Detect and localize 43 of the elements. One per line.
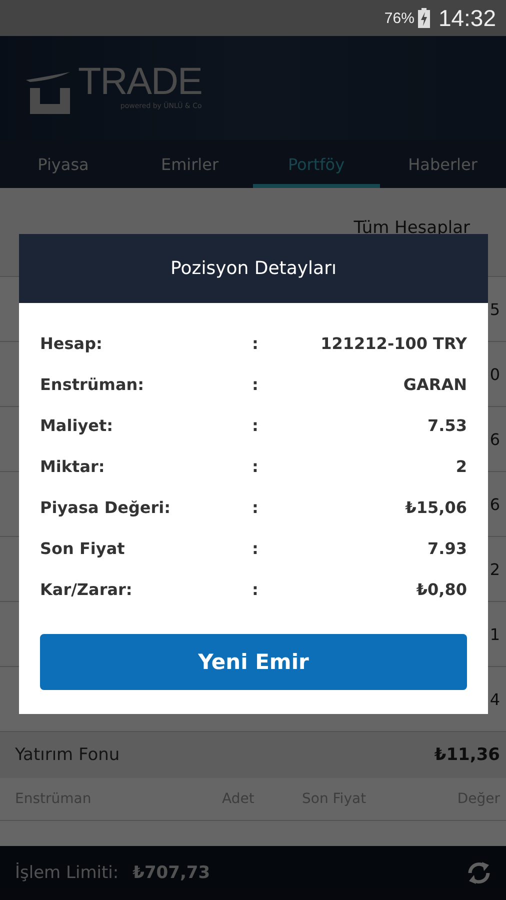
table-cell: 5 — [490, 300, 500, 318]
nav-tab[interactable]: Haberler — [380, 140, 506, 188]
field-value: ₺15,06 — [404, 498, 467, 517]
separator: : — [252, 457, 260, 476]
refresh-icon[interactable] — [466, 860, 492, 886]
separator: : — [252, 580, 260, 599]
limit-value: ₺707,73 — [132, 863, 212, 883]
nav-tab[interactable]: Emirler — [126, 140, 253, 188]
section-title: Yatırım Fonu — [15, 745, 120, 765]
new-order-button[interactable]: Yeni Emir — [40, 634, 467, 690]
table-cell: 0 — [490, 364, 500, 384]
field-label: Kar/Zarar: — [40, 580, 134, 599]
separator: : — [252, 498, 260, 517]
field-value: 2 — [454, 457, 467, 476]
field-value: ₺0,80 — [415, 580, 467, 599]
dialog-title: Pozisyon Detayları — [170, 258, 336, 279]
field-label: Maliyet: — [40, 416, 114, 435]
account-filter[interactable]: Tüm Hesaplar — [354, 218, 470, 238]
field-value: 7.53 — [426, 416, 467, 435]
logo-text: TRADE — [78, 60, 202, 103]
field-label: Hesap: — [40, 334, 104, 353]
section-total: ₺11,36 — [434, 745, 500, 765]
field-label: Piyasa Değeri: — [40, 498, 172, 517]
field-label: Miktar: — [40, 457, 106, 476]
separator: : — [252, 539, 260, 558]
table-cell: 4 — [490, 690, 500, 708]
battery-charging-icon — [418, 8, 430, 28]
table-cell: 2 — [490, 560, 500, 578]
field-value: GARAN — [402, 375, 467, 394]
field-label: Enstrüman: — [40, 375, 146, 394]
table-cell: 6 — [490, 494, 500, 514]
clock: 14:32 — [438, 4, 496, 32]
field-value: 7.93 — [426, 539, 467, 558]
separator: : — [252, 375, 260, 394]
field-value: 121212-100 TRY — [320, 334, 467, 353]
nav-tab[interactable]: Piyasa — [0, 140, 126, 188]
separator: : — [252, 416, 260, 435]
field-label: Son Fiyat — [40, 539, 126, 558]
table-cell: 6 — [490, 430, 500, 448]
table-cell: 1 — [490, 624, 500, 644]
separator: : — [252, 334, 260, 353]
battery-percent: 76% — [384, 10, 414, 26]
limit-label: İşlem Limiti: — [15, 863, 119, 883]
